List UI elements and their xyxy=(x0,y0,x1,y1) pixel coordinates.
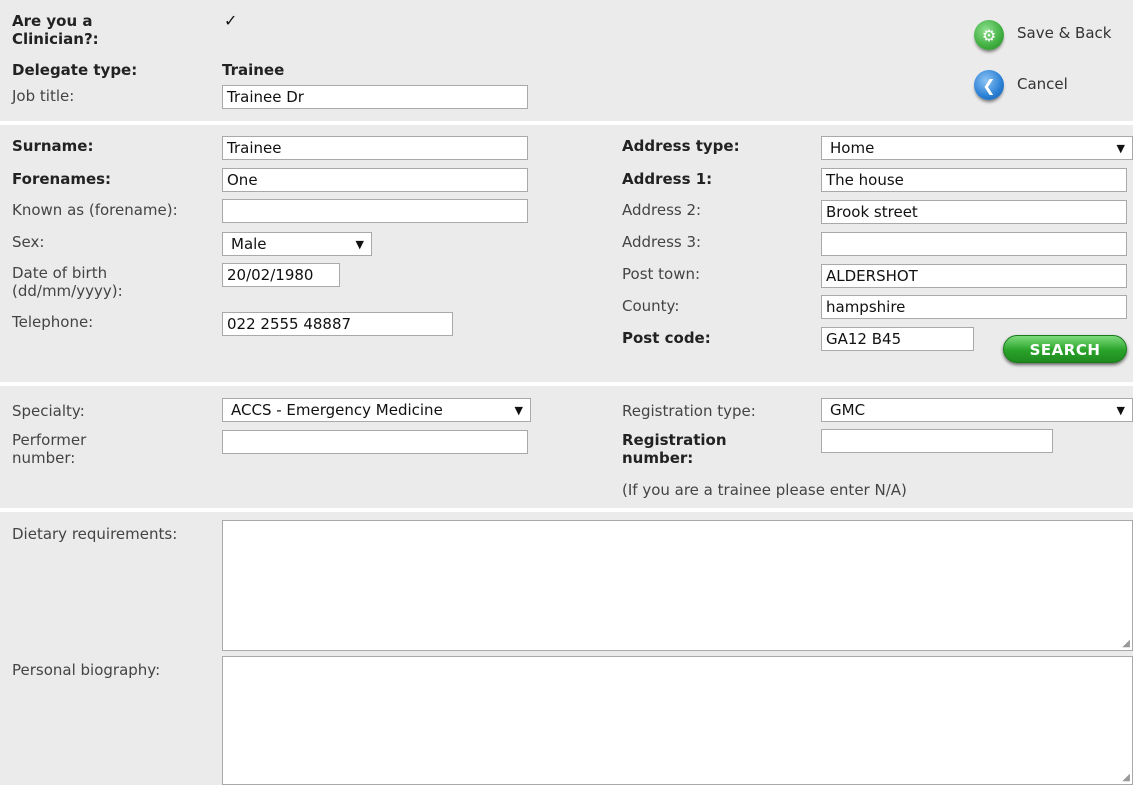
registration-type-select[interactable]: GMC ▼ xyxy=(821,398,1133,422)
delegate-type-label: Delegate type: xyxy=(12,61,138,79)
county-input[interactable]: hampshire xyxy=(821,295,1127,319)
dietary-label: Dietary requirements: xyxy=(12,525,178,543)
address-type-value: Home xyxy=(830,139,875,157)
address1-input[interactable]: The house xyxy=(821,168,1127,192)
job-title-label: Job title: xyxy=(12,87,75,105)
address2-input[interactable]: Brook street xyxy=(821,200,1127,224)
county-label: County: xyxy=(622,297,680,315)
address-type-label: Address type: xyxy=(622,137,740,155)
specialty-select[interactable]: ACCS - Emergency Medicine ▼ xyxy=(222,398,531,422)
biography-textarea[interactable]: ◢ xyxy=(222,656,1133,785)
specialty-label: Specialty: xyxy=(12,402,85,420)
chevron-down-icon: ▼ xyxy=(355,238,364,251)
clinician-label: Are you a Clinician?: xyxy=(12,12,99,48)
surname-label: Surname: xyxy=(12,137,94,155)
postcode-label: Post code: xyxy=(622,329,711,347)
specialty-value: ACCS - Emergency Medicine xyxy=(231,401,443,419)
back-arrow-icon[interactable]: ❮ xyxy=(974,70,1004,100)
cancel-button[interactable]: Cancel xyxy=(1017,75,1068,93)
surname-input[interactable]: Trainee xyxy=(222,136,528,160)
performer-number-input[interactable] xyxy=(222,430,528,454)
address3-label: Address 3: xyxy=(622,233,702,251)
delegate-type-value: Trainee xyxy=(222,61,285,79)
post-town-input[interactable]: ALDERSHOT xyxy=(821,264,1127,288)
gear-icon[interactable]: ⚙ xyxy=(974,20,1004,50)
sex-select[interactable]: Male ▼ xyxy=(222,232,372,256)
known-as-label: Known as (forename): xyxy=(12,201,178,219)
address1-label: Address 1: xyxy=(622,170,713,188)
resize-grip-icon[interactable]: ◢ xyxy=(1122,773,1130,783)
known-as-input[interactable] xyxy=(222,199,528,223)
registration-type-value: GMC xyxy=(830,401,866,419)
forenames-input[interactable]: One xyxy=(222,168,528,192)
postcode-input[interactable]: GA12 B45 xyxy=(821,327,974,351)
post-town-label: Post town: xyxy=(622,265,701,283)
registration-number-label: Registration number: xyxy=(622,431,727,467)
registration-hint: (If you are a trainee please enter N/A) xyxy=(622,481,907,499)
chevron-down-icon: ▼ xyxy=(1116,142,1125,155)
save-back-button[interactable]: Save & Back xyxy=(1017,24,1111,42)
biography-label: Personal biography: xyxy=(12,661,161,679)
sex-label: Sex: xyxy=(12,233,45,251)
sex-value: Male xyxy=(231,235,267,253)
chevron-down-icon: ▼ xyxy=(514,404,523,417)
forenames-label: Forenames: xyxy=(12,170,112,188)
clinician-checkmark-icon: ✓ xyxy=(224,11,238,30)
address3-input[interactable] xyxy=(821,232,1127,256)
dob-label: Date of birth (dd/mm/yyyy): xyxy=(12,264,123,300)
header-section xyxy=(0,0,1133,121)
address2-label: Address 2: xyxy=(622,201,702,219)
resize-grip-icon[interactable]: ◢ xyxy=(1122,639,1130,649)
registration-number-input[interactable] xyxy=(821,429,1053,453)
chevron-down-icon: ▼ xyxy=(1116,404,1125,417)
telephone-input[interactable]: 022 2555 48887 xyxy=(222,312,453,336)
dietary-textarea[interactable]: ◢ xyxy=(222,520,1133,651)
job-title-input[interactable]: Trainee Dr xyxy=(222,85,528,109)
performer-number-label: Performer number: xyxy=(12,431,87,467)
telephone-label: Telephone: xyxy=(12,313,94,331)
registration-type-label: Registration type: xyxy=(622,402,756,420)
address-type-select[interactable]: Home ▼ xyxy=(821,136,1133,160)
dob-input[interactable]: 20/02/1980 xyxy=(222,263,340,287)
search-button[interactable]: SEARCH xyxy=(1003,335,1127,363)
